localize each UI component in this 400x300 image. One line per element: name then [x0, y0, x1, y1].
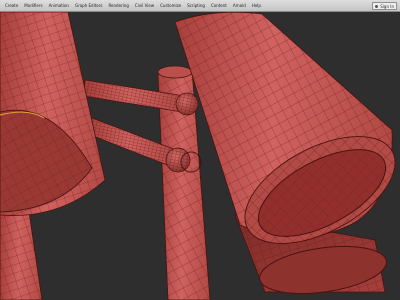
viewport-perspective[interactable]	[0, 12, 400, 300]
menu-item-arnold[interactable]: Arnold	[230, 0, 249, 12]
menu-item-create[interactable]: Create	[2, 0, 21, 12]
sign-in-label: Sign In	[380, 3, 394, 9]
app-window: Create Modifiers Animation Graph Editors Ren…	[0, 0, 400, 300]
lamp-shade-left[interactable]	[0, 12, 106, 216]
menu-bar: Create Modifiers Animation Graph Editors Ren…	[0, 0, 400, 12]
menu-item-help[interactable]: Help	[249, 0, 264, 12]
menu-item-rendering[interactable]: Rendering	[105, 0, 131, 12]
sign-in-button[interactable]: Sign In	[372, 2, 397, 10]
menu-item-animation[interactable]: Animation	[46, 0, 72, 12]
menu-item-customize[interactable]: Customize	[157, 0, 184, 12]
menu-item-scripting[interactable]: Scripting	[184, 0, 208, 12]
menu-item-content[interactable]: Content	[208, 0, 230, 12]
lamp-shade-bottom-left[interactable]	[0, 204, 43, 300]
menu-item-civil-view[interactable]: Civil View	[132, 0, 157, 12]
lamp-joint-upper[interactable]	[175, 92, 199, 116]
lamp-shade-right[interactable]	[174, 12, 400, 265]
menu-item-graph-editors[interactable]: Graph Editors	[72, 0, 105, 12]
user-icon	[375, 4, 379, 8]
menu-item-modifiers[interactable]: Modifiers	[21, 0, 45, 12]
viewport-scene	[0, 12, 400, 300]
menu-items: Create Modifiers Animation Graph Editors Ren…	[0, 0, 264, 11]
